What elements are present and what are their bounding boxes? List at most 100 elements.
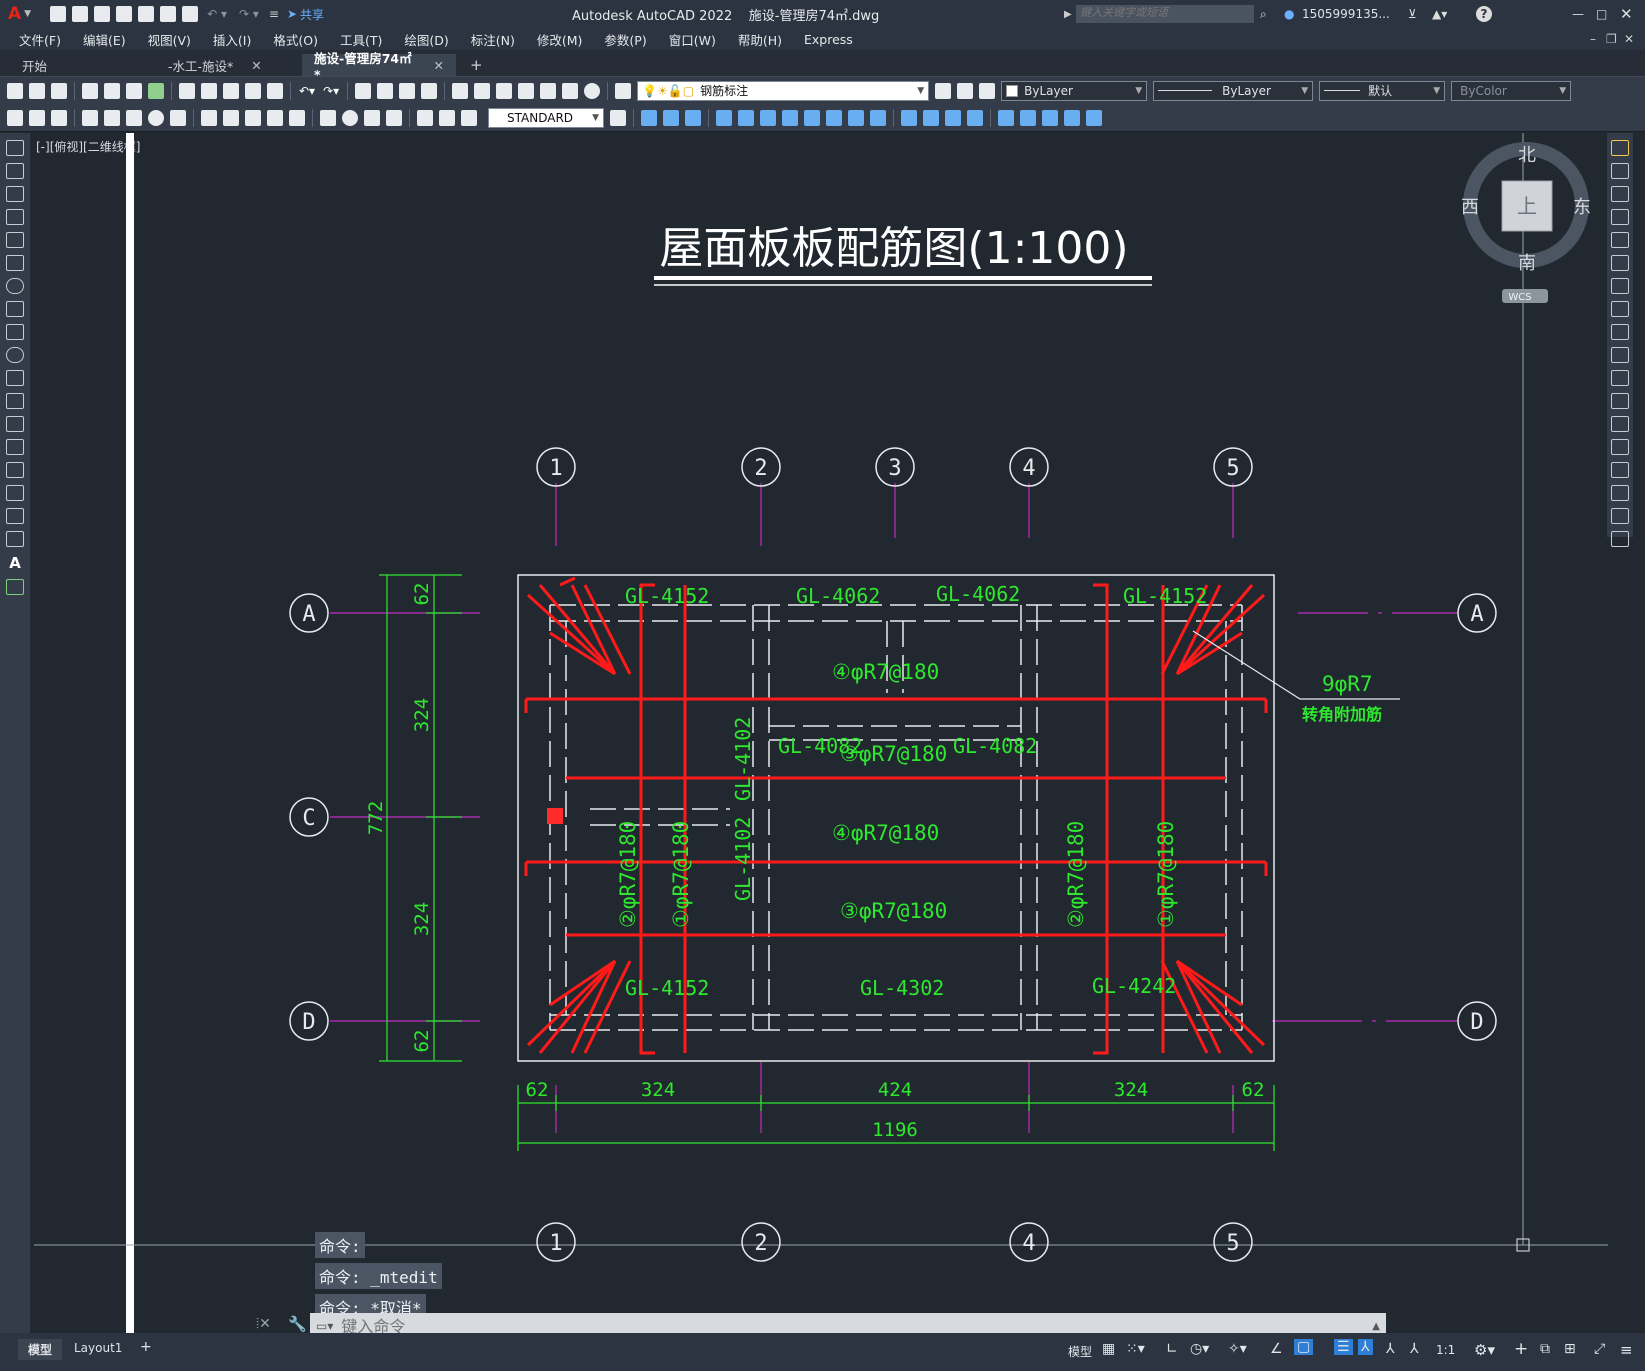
add-selected-icon[interactable] [6,579,24,595]
arc-icon[interactable] [6,255,24,271]
command-line-grip[interactable]: ⦙✕ [256,1316,271,1332]
customize-qat-icon[interactable]: ≡ [269,7,279,21]
save-icon[interactable] [94,6,111,22]
workspace-gear-icon[interactable]: ⚙▾ [1474,1341,1495,1359]
image-icon[interactable] [1086,109,1102,126]
dim-break-icon[interactable] [289,109,305,126]
maximize-icon[interactable]: □ [1596,7,1607,21]
3dprint-icon[interactable] [148,82,164,99]
dim-baseline-icon[interactable] [223,109,239,126]
save-web-icon[interactable] [160,6,177,22]
expand-arrow-icon[interactable]: ▶ [1064,9,1072,20]
array-icon[interactable] [738,109,754,126]
design-center-icon[interactable] [474,82,491,99]
polar-icon[interactable]: ◷▾ [1190,1341,1209,1357]
dim-aligned-icon[interactable] [29,109,45,126]
spline-icon[interactable] [6,324,24,340]
chamfer-icon[interactable] [1611,462,1629,478]
overkill-icon[interactable] [848,109,864,126]
search-box[interactable] [1076,5,1254,23]
user-name[interactable]: 1505999135... [1302,7,1390,21]
dim-space-icon[interactable] [267,109,283,126]
help-icon[interactable] [584,82,601,99]
stretch-icon[interactable] [1611,324,1629,340]
object-snap-icon[interactable]: ▢ [1294,1339,1314,1355]
construction-line-icon[interactable] [6,163,24,179]
block-editor-icon[interactable] [267,82,283,99]
revision-cloud-icon[interactable] [6,301,24,317]
line-icon[interactable] [6,140,24,156]
dim-edit-icon[interactable] [417,109,433,126]
menu-help[interactable]: 帮助(H) [727,30,793,49]
plotstyle-dropdown[interactable]: ByColor ▼ [1451,80,1572,101]
dim-continue-icon[interactable] [245,109,261,126]
draw-order-front-icon[interactable] [641,109,657,126]
tab-close-icon[interactable]: ✕ [434,58,444,73]
array-icon[interactable] [1611,232,1629,248]
ortho-icon[interactable]: ∟ [1166,1341,1178,1357]
menu-edit[interactable]: 编辑(E) [72,30,137,49]
menu-dimension[interactable]: 标注(N) [460,30,526,49]
properties-icon[interactable] [452,82,469,99]
units-icon[interactable]: ⧉ [1540,1341,1550,1357]
plot-preview-icon[interactable] [104,82,120,99]
selection-grip[interactable] [547,808,563,824]
mirror-icon[interactable] [1611,186,1629,202]
dim-jogged-icon[interactable] [126,109,142,126]
close-icon[interactable]: ✕ [1620,5,1633,23]
table-icon[interactable] [1042,109,1058,126]
explode-icon[interactable] [826,109,842,126]
new-file-icon[interactable] [50,6,67,22]
copy-object-icon[interactable] [1611,163,1629,179]
polygon-icon[interactable] [6,209,24,225]
undo-icon[interactable]: ↶ ▾ [207,7,227,21]
open-folder-icon[interactable] [72,6,89,22]
match-properties-icon[interactable] [245,82,261,99]
object-snap-tracking-icon[interactable]: ∠ [1270,1341,1283,1357]
annotation-scale-value[interactable]: 1:1 [1436,1343,1455,1357]
align-icon[interactable] [716,109,732,126]
calculator-icon[interactable] [562,82,579,99]
tab-start[interactable]: 开始 [10,54,154,76]
open-icon[interactable] [29,82,45,99]
lineweight-toggle-icon[interactable]: ☰ [1334,1339,1353,1355]
menu-insert[interactable]: 插入(I) [202,30,262,49]
join-icon[interactable] [1611,439,1629,455]
quick-dim-icon[interactable] [201,109,217,126]
user-icon[interactable]: ● [1284,7,1294,21]
clean-screen-icon[interactable]: ⤢ [1594,1341,1605,1357]
delete-duplicate-icon[interactable] [782,109,798,126]
cart-icon[interactable]: ⊻ [1408,7,1417,21]
annotation-scale-icon[interactable]: ⅄ [1410,1341,1419,1357]
color-dropdown[interactable]: ByLayer ▼ [1001,80,1148,101]
layer-properties-icon[interactable] [615,82,632,99]
redo-icon[interactable]: ↷ ▾ [239,7,259,21]
dim-style-icon[interactable] [610,109,626,126]
make-block-icon[interactable] [6,416,24,432]
menu-file[interactable]: 文件(F) [8,30,72,49]
tab-water-construction[interactable]: -水工-施设* ✕ [156,54,300,76]
customize-wrench-icon[interactable]: 🔧 [288,1315,307,1333]
dim-angular-icon[interactable] [170,109,186,126]
extend-icon[interactable] [1611,370,1629,386]
grid-icon[interactable]: ▦ [1102,1341,1115,1357]
command-history-chevron-icon[interactable]: ▲ [1372,1321,1380,1332]
viewcube[interactable]: 上 北 南 东 西 WCS [1461,142,1591,303]
autodesk-a360-icon[interactable]: ▲▾ [1432,7,1447,21]
text-style-dropdown[interactable]: STANDARD ▼ [488,107,604,128]
center-mark-icon[interactable] [342,109,358,126]
make-block-icon[interactable] [1020,109,1036,126]
doc-minimize-icon[interactable]: – [1590,32,1596,46]
blend-curves-icon[interactable] [1611,508,1629,524]
isodraft-icon[interactable]: ✧▾ [1228,1341,1247,1357]
layer-previous-icon[interactable] [957,82,974,99]
region-icon[interactable] [6,508,24,524]
command-prompt-icon[interactable]: ▭▾ [316,1319,333,1333]
menu-express[interactable]: Express [793,32,864,47]
circle-icon[interactable] [6,278,24,294]
plot-icon[interactable] [82,82,98,99]
model-space-button[interactable]: 模型 [1068,1343,1092,1360]
erase-icon[interactable] [1611,140,1629,156]
dim-diameter-icon[interactable] [148,109,164,126]
viewcube-west-label[interactable]: 西 [1461,197,1479,218]
